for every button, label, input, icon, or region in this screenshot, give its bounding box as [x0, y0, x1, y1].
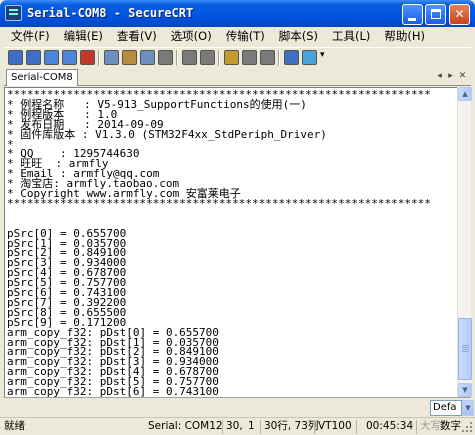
resize-grip-icon[interactable] — [462, 422, 473, 433]
copy-button[interactable] — [103, 49, 120, 66]
securecrt-app-icon[interactable] — [5, 5, 22, 21]
status-divider — [260, 420, 261, 434]
connect-tab-button[interactable] — [43, 49, 60, 66]
toolbar-separator — [176, 50, 178, 66]
maximize-icon — [431, 9, 441, 19]
status-terminal-type: VT100 — [318, 420, 352, 432]
minimize-button[interactable] — [402, 4, 423, 25]
help-button[interactable] — [283, 49, 300, 66]
copy-icon — [104, 50, 119, 65]
toolbar-separator — [278, 50, 280, 66]
session-options-icon — [224, 50, 239, 65]
print-icon — [182, 50, 197, 65]
terminal-line: arm_copy_f32: pDst[6] = 0.743100 — [7, 385, 219, 397]
reconnect-icon — [62, 50, 77, 65]
help-icon — [284, 50, 299, 65]
menu-bar: 文件(F) 编辑(E) 查看(V) 选项(O) 传输(T) 脚本(S) 工具(L) 帮助(H) — [4, 27, 471, 46]
paste-button[interactable] — [121, 49, 138, 66]
scroll-grip-icon — [462, 345, 469, 346]
quick-connect-button[interactable] — [25, 49, 42, 66]
toolbar-overflow-button[interactable]: ▾ — [320, 50, 325, 60]
status-position: 30行, 73列 — [264, 420, 319, 432]
status-session: Serial: COM12 — [148, 420, 223, 432]
print-selection-icon — [200, 50, 215, 65]
terminal-scrollbar[interactable]: ▲ ▼ — [457, 87, 472, 397]
minimize-icon — [408, 18, 416, 21]
disconnect-button[interactable] — [79, 49, 96, 66]
global-options-icon — [242, 50, 257, 65]
menu-options[interactable]: 选项(O) — [164, 27, 219, 46]
status-row: 30, — [226, 420, 243, 432]
session-options-button[interactable] — [223, 49, 240, 66]
status-ready: 就绪 — [4, 420, 25, 432]
print-button[interactable] — [181, 49, 198, 66]
global-options-button[interactable] — [241, 49, 258, 66]
copy-paste-icon — [140, 50, 155, 65]
connect-tab-icon — [44, 50, 59, 65]
toolbar-separator — [98, 50, 100, 66]
close-icon: ✕ — [454, 7, 465, 21]
menu-help[interactable]: 帮助(H) — [377, 27, 432, 46]
print-selection-button[interactable] — [199, 49, 216, 66]
tab-serial-com8[interactable]: Serial-COM8 — [6, 69, 78, 86]
disconnect-icon — [80, 50, 95, 65]
sftp-button[interactable] — [301, 49, 318, 66]
toolbar-separator — [218, 50, 220, 66]
status-elapsed: 00:45:34 — [366, 420, 414, 432]
scroll-thumb[interactable] — [458, 318, 472, 380]
status-num: 数字 — [440, 420, 461, 432]
status-col: 1 — [248, 420, 255, 432]
status-caps: 大写 — [420, 420, 441, 432]
menu-transfer[interactable]: 传输(T) — [219, 27, 272, 46]
terminal-output[interactable]: ****************************************… — [4, 87, 457, 397]
tab-close-icon[interactable]: ✕ — [457, 71, 468, 82]
reconnect-button[interactable] — [61, 49, 78, 66]
menu-view[interactable]: 查看(V) — [110, 27, 164, 46]
close-button[interactable]: ✕ — [449, 4, 470, 25]
scroll-up-button[interactable]: ▲ — [458, 87, 472, 101]
session-dropdown[interactable]: Defa — [430, 400, 462, 416]
tab-scroll-right-icon[interactable]: ▸ — [445, 71, 456, 82]
find-icon — [158, 50, 173, 65]
terminal-line: * 固件库版本 : V1.3.0 (STM32F4xx_StdPeriph_Dr… — [7, 127, 327, 141]
status-divider — [314, 420, 315, 434]
connect-icon — [8, 50, 23, 65]
session-tab-strip: Serial-COM8 ◂ ▸ ✕ — [4, 68, 471, 86]
maximize-button[interactable] — [425, 4, 446, 25]
menu-tools[interactable]: 工具(L) — [325, 27, 377, 46]
toolbar: ▾ — [4, 47, 471, 67]
menu-script[interactable]: 脚本(S) — [272, 27, 325, 46]
scroll-down-button[interactable]: ▼ — [458, 383, 472, 397]
terminal-line: ****************************************… — [7, 196, 431, 210]
connect-button[interactable] — [7, 49, 24, 66]
tab-scroll-left-icon[interactable]: ◂ — [434, 71, 445, 82]
menu-file[interactable]: 文件(F) — [4, 27, 57, 46]
status-divider — [222, 420, 223, 434]
quick-connect-icon — [26, 50, 41, 65]
window-title: Serial-COM8 - SecureCRT — [27, 6, 194, 20]
menu-edit[interactable]: 编辑(E) — [57, 27, 110, 46]
find-button[interactable] — [157, 49, 174, 66]
status-divider — [356, 420, 357, 434]
keymap-button[interactable] — [259, 49, 276, 66]
session-dropdown-arrow[interactable]: ▼ — [462, 400, 474, 416]
status-bar: 就绪 Serial: COM12 30, 1 30行, 73列 VT100 00… — [0, 417, 475, 435]
title-bar[interactable]: Serial-COM8 - SecureCRT ✕ — [0, 0, 475, 27]
paste-icon — [122, 50, 137, 65]
status-divider — [416, 420, 417, 434]
keymap-icon — [260, 50, 275, 65]
sftp-icon — [302, 50, 317, 65]
command-row: Defa ▼ — [4, 397, 474, 417]
copy-paste-button[interactable] — [139, 49, 156, 66]
